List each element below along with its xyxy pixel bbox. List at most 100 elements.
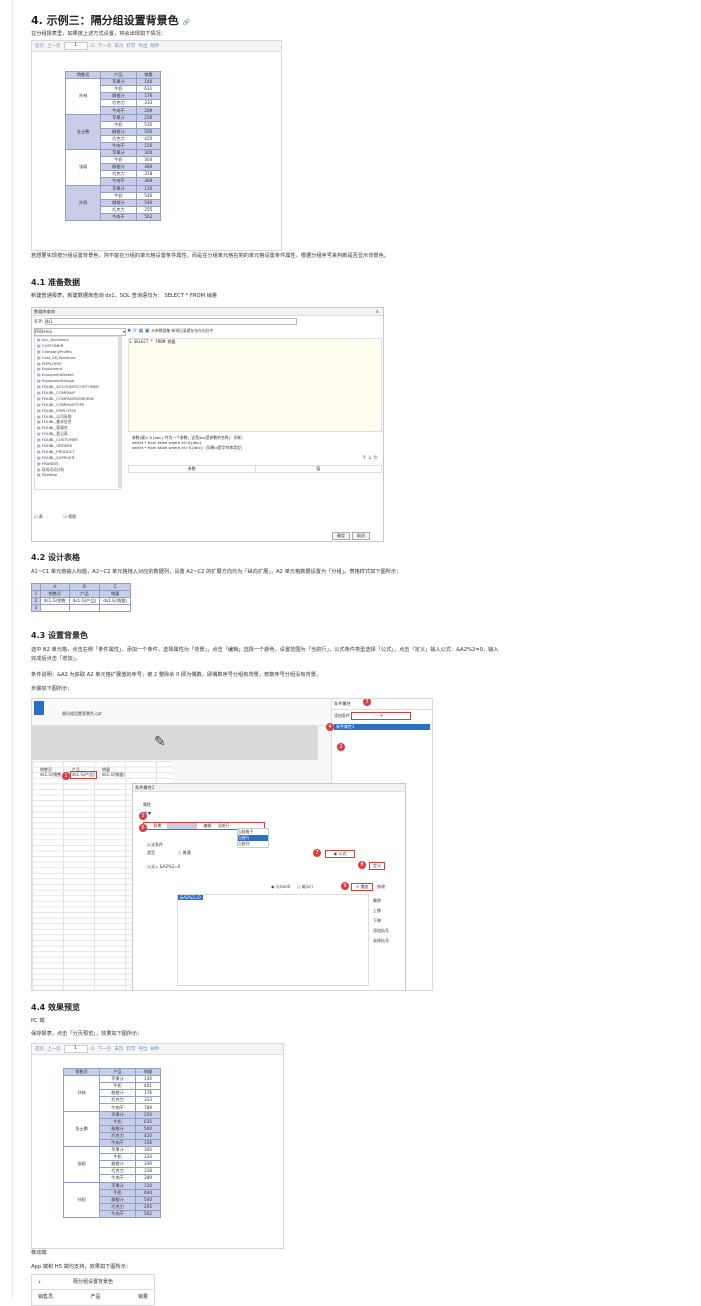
value-cell: 苹果汁	[100, 78, 137, 87]
export-button[interactable]: 导出	[138, 1046, 147, 1052]
design-text: A1~C1 单元格输入标题，A2~C2 单元格拖入对应的数据列，设置 A2~C2…	[31, 569, 402, 575]
value-cell: 156	[135, 141, 162, 151]
export-button[interactable]: 导出	[138, 43, 147, 49]
scope-select[interactable]: 当前行	[217, 823, 229, 829]
heading-preview: 4.4 效果预览	[31, 1003, 80, 1012]
down-button[interactable]: 下移	[373, 916, 389, 926]
cell[interactable]	[68, 604, 101, 613]
value-cell: 巧克力	[99, 1131, 137, 1140]
cell[interactable]	[99, 604, 131, 613]
value-cell: 牛奶	[99, 1082, 137, 1091]
table-row: 孙林 苹果汁 140	[64, 78, 162, 115]
cell[interactable]: 产品	[68, 590, 101, 599]
print-button[interactable]: 打印	[126, 1046, 135, 1052]
db-toolbar: ✖ ⟳ ▦ ▣ 从单数据集 新增记录缓存存在向后中	[127, 328, 213, 334]
left-gutter	[0, 0, 13, 1298]
value-cell: 318	[135, 1167, 161, 1176]
remove-bracket-button[interactable]: 去掉括号	[373, 936, 389, 946]
down-arrow-icon[interactable]: ↓	[368, 455, 372, 461]
header-cell: 产品	[99, 1067, 137, 1077]
cell[interactable]	[40, 604, 70, 613]
scope-dropdown[interactable]: 当前格子 当前行 当前列	[237, 828, 269, 848]
intro-text: 在分组报表里，如果按上述方式设置，将会出现如下情况：	[31, 31, 166, 37]
group-cell: 孙阳	[62, 1181, 101, 1218]
color-swatch[interactable]	[167, 823, 198, 829]
value-cell: 318	[135, 170, 162, 179]
edit-pen-icon: ✎	[154, 734, 166, 750]
table-list[interactable]: Acc_AccidentsCUSTOMERCompanyProfitsCost_…	[34, 336, 122, 490]
value-cell: 柳橙汁	[99, 1160, 137, 1169]
value-cell: 牛奶	[99, 1188, 137, 1197]
column-header: B	[68, 582, 101, 592]
print-button[interactable]: 打印	[126, 43, 135, 49]
prev-page-button[interactable]: 上一页	[47, 43, 61, 49]
mail-button[interactable]: 邮件	[150, 43, 159, 49]
list-item[interactable]: SiteMap	[37, 472, 121, 478]
add-bracket-button[interactable]: 添加括号	[373, 926, 389, 936]
last-page-button[interactable]: 末页	[114, 43, 123, 49]
header-row: 销售员 产品 销量	[64, 70, 162, 80]
name-input[interactable]: ds1	[44, 318, 297, 325]
value-cell: 562	[135, 212, 162, 221]
value-cell: 柳橙汁	[100, 198, 137, 207]
scrollbar[interactable]	[118, 336, 122, 488]
value-cell: 柳橙汁	[99, 1124, 137, 1133]
cell[interactable]: ds1.G(产品)	[68, 597, 101, 606]
value-cell: 250	[135, 113, 162, 122]
add-button[interactable]: + 增加	[351, 883, 373, 891]
mobile-table-header: 销售员 产品 销量	[38, 1294, 148, 1300]
condition-list[interactable]: &A2%2=0	[177, 894, 369, 986]
sql-editor[interactable]: 1 SELECT * FROM 销量	[128, 338, 382, 432]
pc-label: PC 端	[31, 1018, 45, 1024]
page-input[interactable]: 1	[63, 42, 88, 50]
link-icon[interactable]: 🔗	[183, 19, 190, 26]
value-cell: 140	[135, 78, 162, 87]
cancel-button[interactable]: 取消	[352, 532, 370, 540]
value-cell: 333	[135, 1096, 161, 1105]
delete-button[interactable]: 删除	[373, 896, 389, 906]
formula-radio[interactable]: ◉ 公式	[325, 850, 355, 858]
next-page-button[interactable]: 下一页	[98, 43, 112, 49]
value-cell: 304	[135, 156, 162, 165]
cell-b2[interactable]: ds1.G(产品)	[70, 771, 97, 779]
chevron-down-icon: ▾	[122, 329, 125, 334]
value-cell: 300	[135, 149, 162, 158]
ok-button[interactable]: 确定	[332, 532, 350, 540]
value-cell: 牛奶	[99, 1153, 137, 1162]
page-input[interactable]: 1	[63, 1045, 88, 1053]
value-cell: 牛肉干	[99, 1174, 137, 1183]
refresh-icon[interactable]: ↻	[374, 455, 378, 461]
value-cell: 牛奶	[100, 191, 137, 200]
prev-page-button[interactable]: 上一页	[47, 1046, 61, 1052]
last-page-button[interactable]: 末页	[114, 1046, 123, 1052]
refresh-icon[interactable]: ⟳	[133, 328, 137, 334]
condition-item[interactable]: 条件属性1	[334, 724, 430, 730]
edit-button[interactable]: 编辑	[203, 823, 211, 829]
up-button[interactable]: 上移	[373, 906, 389, 916]
value-cell: 巧克力	[100, 134, 137, 143]
mail-button[interactable]: 邮件	[150, 1046, 159, 1052]
check-table[interactable]: ☑	[34, 514, 38, 519]
check-view[interactable]: ☑	[63, 514, 67, 519]
remove-icon[interactable]: ✖	[127, 328, 131, 334]
file-tab[interactable]: 隔分组设置背景色.cpt	[62, 711, 102, 717]
add-condition-button[interactable]: +	[351, 712, 412, 720]
first-page-button[interactable]: 首页	[35, 1046, 44, 1052]
value-cell: 巧克力	[100, 99, 137, 108]
db-select[interactable]: FRDemo ▾	[34, 328, 126, 336]
cell[interactable]: ds1.G(销售	[40, 597, 70, 606]
group-cell: 金士鹏	[64, 113, 102, 151]
next-page-button[interactable]: 下一页	[98, 1046, 112, 1052]
modify-button[interactable]: 修改	[377, 884, 385, 890]
preview-icon[interactable]: ▦	[139, 328, 144, 334]
save-icon[interactable]: ▣	[145, 328, 150, 334]
cell[interactable]: 销量	[99, 590, 131, 599]
first-page-button[interactable]: 首页	[35, 43, 44, 49]
cell[interactable]: ds1.G(销量)	[99, 597, 131, 606]
up-arrow-icon[interactable]: ↑	[362, 455, 366, 461]
close-icon[interactable]: ×	[375, 308, 379, 315]
define-button[interactable]: 定义	[369, 862, 385, 870]
back-icon[interactable]: ‹	[38, 1275, 41, 1289]
value-cell: 546	[135, 191, 162, 200]
cell[interactable]: 销售员	[40, 590, 70, 599]
